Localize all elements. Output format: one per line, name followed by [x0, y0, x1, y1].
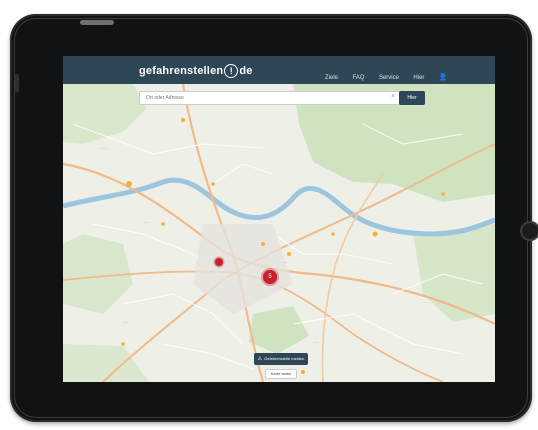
svg-text:·····: ····· [283, 261, 289, 265]
map-canvas: ····· ····· ····· ····· ····· ····· ····… [63, 83, 495, 382]
logo-text-main: gefahrenstellen [139, 64, 224, 77]
search-button[interactable]: Hier [399, 91, 425, 105]
load-map-button[interactable]: Karte laden [265, 369, 297, 379]
clear-icon[interactable]: × [391, 93, 395, 100]
main-nav: Ziele FAQ Service Hier 👤 [325, 66, 458, 84]
user-icon[interactable]: 👤 [439, 73, 448, 81]
report-hazard-button[interactable]: ⚠ Gefahrenstelle melden [254, 353, 308, 365]
nav-item-faq[interactable]: FAQ [352, 75, 364, 81]
tablet-side-button [15, 74, 19, 92]
svg-text:·····: ····· [143, 221, 149, 225]
alert-icon: ⚠ [257, 356, 263, 362]
svg-text:·····: ····· [363, 281, 369, 285]
logo[interactable]: gefahrenstellen! de [139, 64, 253, 78]
nav-item-service[interactable]: Service [379, 75, 399, 81]
tablet-top-button [80, 20, 114, 25]
map[interactable]: ····· ····· ····· ····· ····· ····· ····… [63, 83, 495, 382]
tablet-screen: ····· ····· ····· ····· ····· ····· ····… [63, 56, 495, 382]
hazard-marker[interactable] [215, 258, 223, 266]
home-button[interactable] [520, 221, 538, 241]
app-header: gefahrenstellen! de Ziele FAQ Service Hie… [63, 56, 495, 84]
svg-text:·····: ····· [101, 147, 107, 151]
nav-item-ziele[interactable]: Ziele [325, 75, 338, 81]
search-button-label: Hier [407, 95, 417, 101]
hazard-cluster-marker[interactable]: 5 [263, 270, 277, 284]
nav-item-hier[interactable]: Hier [413, 75, 424, 81]
load-map-label: Karte laden [270, 371, 292, 376]
pin-icon: ! [224, 64, 239, 78]
svg-text:·····: ····· [123, 321, 129, 325]
svg-text:·····: ····· [423, 301, 429, 305]
report-button-label: Gefahrenstelle melden [264, 356, 305, 361]
search-input[interactable] [139, 91, 407, 105]
logo-text-tld: de [239, 64, 253, 77]
svg-text:·····: ····· [313, 341, 319, 345]
